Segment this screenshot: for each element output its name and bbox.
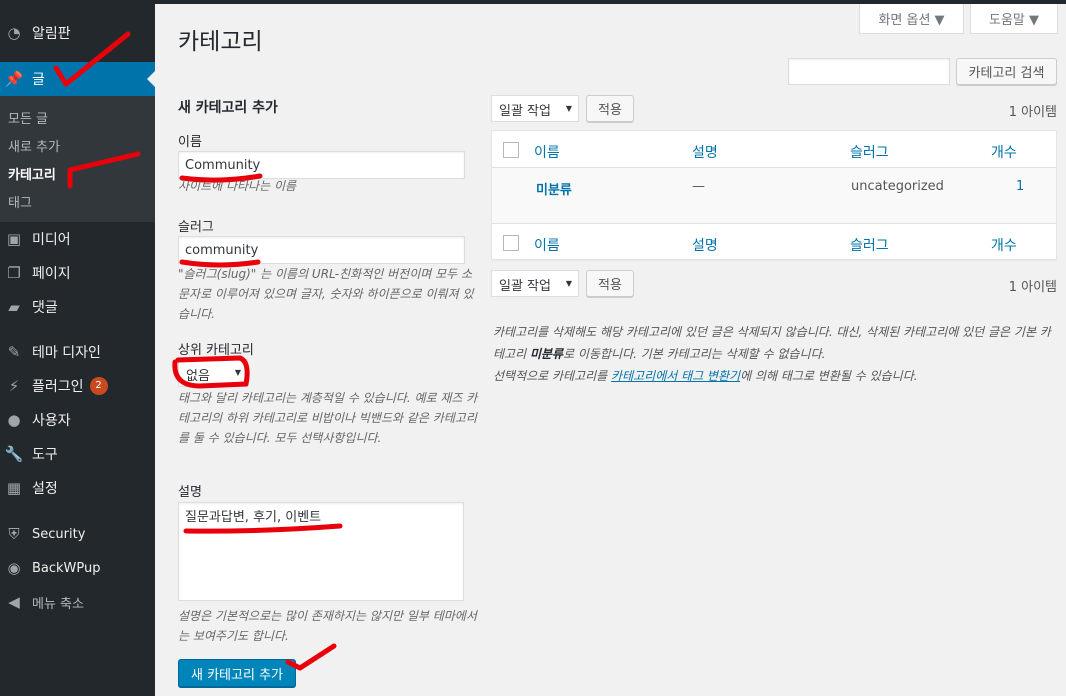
slug-label: 슬러그 (178, 220, 214, 235)
plugin-icon: ⚡ (8, 377, 20, 395)
submenu-categories[interactable]: 카테고리 (8, 164, 56, 183)
parent-help: 태그와 달리 카테고리는 계층적일 수 있습니다. 예로 재즈 카테고리의 하위… (178, 391, 478, 445)
add-category-heading: 새 카테고리 추가 (178, 100, 278, 116)
column-count[interactable]: 개수 (991, 142, 1017, 162)
menu-plugins[interactable]: ⚡ 플러그인 2 (0, 369, 155, 403)
name-help: 사이트에 나타나는 이름 (178, 179, 297, 193)
name-label: 이름 (178, 135, 202, 150)
media-icon: ▣ (6, 230, 22, 248)
tag-converter-link[interactable]: 카테고리에서 태그 변환기 (611, 369, 740, 383)
backwpup-icon: ◉ (7, 559, 21, 577)
menu-tools[interactable]: 🔧 도구 (0, 437, 155, 471)
menu-security-label: Security (32, 526, 86, 542)
column-description[interactable]: 설명 (692, 142, 718, 162)
menu-media[interactable]: ▣ 미디어 (0, 222, 155, 256)
name-input[interactable]: Community (178, 151, 465, 179)
bulk-action-select-bottom[interactable]: 일괄 작업 (491, 270, 579, 297)
row-name-link[interactable]: 미분류 (536, 179, 572, 198)
menu-appearance-label: 테마 디자인 (32, 345, 101, 361)
settings-icon: ▦ (6, 479, 22, 497)
row-description: — (692, 179, 705, 194)
plugins-update-badge: 2 (89, 377, 108, 395)
row-slug: uncategorized (851, 179, 944, 194)
dashboard-icon: ◔ (7, 24, 21, 42)
select-all-checkbox-top[interactable] (503, 142, 519, 158)
converter-note-text-a: 선택적으로 카테고리를 (493, 369, 612, 383)
table-row: 미분류 — uncategorized 1 (492, 168, 1056, 224)
apply-button-bottom[interactable]: 적용 (586, 270, 634, 297)
menu-comments-label: 댓글 (32, 300, 58, 316)
screen-options-tab[interactable]: 화면 옵션 ▼ (859, 4, 964, 34)
converter-note: 선택적으로 카테고리를 카테고리에서 태그 변환기에 의해 태그로 변환될 수 … (493, 365, 1059, 387)
footer-column-count[interactable]: 개수 (991, 235, 1017, 255)
collapse-arrow-icon: ◀ (8, 593, 20, 611)
admin-sidebar: ◔ 알림판 📌 글 모든 글 새로 추가 카테고리 태그 ▣ 미디어 ❐ 페이지… (0, 0, 155, 696)
menu-pages[interactable]: ❐ 페이지 (0, 256, 155, 290)
pin-icon: 📌 (4, 70, 24, 88)
user-icon: ● (7, 411, 21, 429)
posts-submenu: 모든 글 새로 추가 카테고리 태그 (0, 96, 155, 222)
menu-appearance[interactable]: ✎ 테마 디자인 (0, 335, 155, 369)
menu-settings-label: 설정 (32, 481, 58, 497)
category-search-input[interactable] (788, 58, 950, 85)
comment-icon: ▰ (8, 298, 20, 316)
slug-help: "슬러그(slug)" 는 이름의 URL-친화적인 버전이며 모두 소문자로 … (178, 267, 474, 321)
apply-button-top[interactable]: 적용 (586, 95, 634, 122)
item-count-bottom: 1 아이템 (1008, 280, 1057, 295)
menu-dashboard[interactable]: ◔ 알림판 (0, 16, 155, 50)
categories-table: 이름 설명 슬러그 개수 미분류 — uncategorized 1 이름 설명… (491, 130, 1057, 260)
description-textarea[interactable]: 질문과답변, 후기, 이벤트 (178, 502, 464, 601)
menu-pages-label: 페이지 (32, 266, 71, 282)
footer-column-slug[interactable]: 슬러그 (850, 235, 889, 255)
menu-plugins-label: 플러그인 (32, 379, 84, 395)
default-category-name: 미분류 (529, 347, 564, 361)
parent-label: 상위 카테고리 (178, 343, 254, 358)
wrench-icon: 🔧 (4, 445, 24, 463)
shield-icon: ⛨ (8, 525, 20, 543)
item-count-top: 1 아이템 (1008, 105, 1057, 120)
menu-users-label: 사용자 (32, 413, 71, 429)
menu-users[interactable]: ● 사용자 (0, 403, 155, 437)
bulk-action-select-top[interactable]: 일괄 작업 (491, 95, 579, 122)
footer-column-name[interactable]: 이름 (534, 235, 560, 255)
add-category-button[interactable]: 새 카테고리 추가 (178, 659, 296, 687)
menu-comments[interactable]: ▰ 댓글 (0, 290, 155, 324)
menu-tools-label: 도구 (32, 447, 58, 463)
description-help: 설명은 기본적으로는 많이 존재하지는 않지만 일부 테마에서는 보여주기도 합… (178, 609, 477, 643)
menu-posts[interactable]: 📌 글 (0, 62, 155, 96)
delete-note-text-b: 로 이동합니다. 기본 카테고리는 삭제할 수 없습니다. (563, 347, 826, 361)
column-slug[interactable]: 슬러그 (850, 142, 889, 162)
brush-icon: ✎ (7, 343, 21, 361)
table-footer-row: 이름 설명 슬러그 개수 (492, 223, 1056, 260)
menu-backwpup[interactable]: ◉ BackWPup (0, 551, 155, 585)
page-title: 카테고리 (178, 29, 263, 55)
menu-backwpup-label: BackWPup (32, 560, 101, 576)
menu-media-label: 미디어 (32, 232, 71, 248)
submenu-all-posts[interactable]: 모든 글 (8, 108, 48, 127)
menu-security[interactable]: ⛨ Security (0, 517, 155, 551)
footer-column-description[interactable]: 설명 (692, 235, 718, 255)
row-count-link[interactable]: 1 (1016, 179, 1024, 194)
slug-input[interactable]: community (178, 236, 465, 264)
submenu-add-new[interactable]: 새로 추가 (8, 136, 60, 155)
menu-dashboard-label: 알림판 (32, 26, 71, 42)
submenu-tags[interactable]: 태그 (8, 192, 32, 211)
menu-collapse-label: 메뉴 축소 (32, 596, 84, 612)
menu-settings[interactable]: ▦ 설정 (0, 471, 155, 505)
select-all-checkbox-bottom[interactable] (503, 235, 519, 251)
help-tab[interactable]: 도움말 ▼ (970, 4, 1058, 34)
description-label: 설명 (178, 485, 202, 500)
column-name[interactable]: 이름 (534, 142, 560, 162)
pages-icon: ❐ (7, 264, 21, 282)
delete-note: 카테고리를 삭제해도 해당 카테고리에 있던 글은 삭제되지 않습니다. 대신,… (493, 321, 1059, 365)
menu-collapse[interactable]: ◀ 메뉴 축소 (0, 585, 155, 619)
menu-posts-label: 글 (32, 72, 45, 88)
converter-note-text-b: 에 의해 태그로 변환될 수 있습니다. (740, 369, 918, 383)
search-categories-button[interactable]: 카테고리 검색 (956, 58, 1057, 85)
parent-category-select[interactable]: 없음 (178, 359, 248, 387)
table-header-row: 이름 설명 슬러그 개수 (492, 131, 1056, 168)
